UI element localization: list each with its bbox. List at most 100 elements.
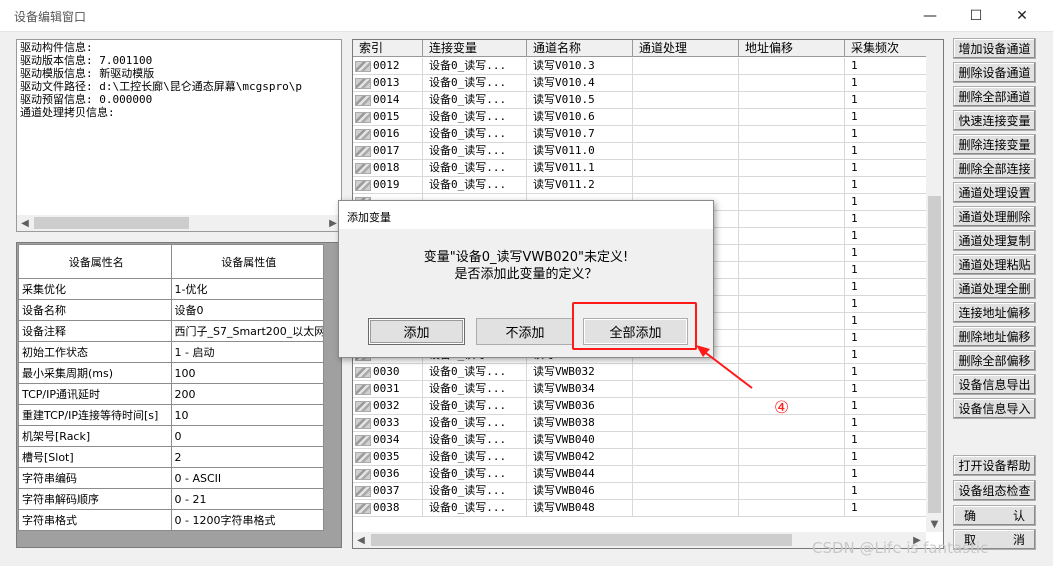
side-button[interactable]: 删除设备通道 [953,62,1036,83]
dialog-title: 添加变量 [347,211,391,224]
maximize-button[interactable]: ☐ [953,0,999,32]
driver-info-panel[interactable]: 驱动构件信息: 驱动版本信息: 7.001100 驱动模版信息: 新驱动模版 驱… [16,39,342,232]
property-row[interactable]: 槽号[Slot] 2 [18,446,324,468]
grid-vertical-thumb[interactable] [928,196,941,513]
grid-cell: 1 [845,211,933,228]
grid-column-header[interactable]: 通道名称 [527,40,633,57]
grid-row[interactable]: 0030 设备0_读写... 读写VWB032 1 [353,364,933,381]
property-row[interactable]: 设备名称 设备0 [18,299,324,321]
grid-row[interactable]: 0031 设备0_读写... 读写VWB034 1 [353,381,933,398]
grid-row[interactable]: 0012 设备0_读写... 读写V010.3 1 [353,58,933,75]
side-button[interactable]: 通道处理复制 [953,230,1036,251]
grid-cell [739,449,845,466]
property-row[interactable]: 字符串解码顺序 0 - 21 [18,488,324,510]
property-value[interactable]: 2 [170,446,324,468]
device-properties-table: 设备属性名 设备属性值 采集优化 1-优化 设备名称 设备0 设备注释 西门子_S7_Sm… [18,244,324,531]
property-row[interactable]: 设备注释 西门子_S7_Smart200_以太网 [18,320,324,342]
side-button[interactable]: 通道处理粘贴 [953,254,1036,275]
side-button[interactable]: 连接地址偏移 [953,302,1036,323]
grid-cell: 0034 [353,432,423,449]
info-scroll-thumb[interactable] [34,217,189,229]
grid-cell [739,245,845,262]
side-button[interactable]: 删除全部偏移 [953,350,1036,371]
side-button[interactable]: 通道处理全删 [953,278,1036,299]
side-button[interactable]: 删除连接变量 [953,134,1036,155]
grid-column-header[interactable]: 采集频次 [845,40,933,57]
grid-row[interactable]: 0037 设备0_读写... 读写VWB046 1 [353,483,933,500]
grid-row[interactable]: 0016 设备0_读写... 读写V010.7 1 [353,126,933,143]
grid-cell: 读写VWB048 [527,500,633,517]
property-value[interactable]: 西门子_S7_Smart200_以太网 [170,320,324,342]
grid-row[interactable]: 0038 设备0_读写... 读写VWB048 1 [353,500,933,517]
property-row[interactable]: 最小采集周期(ms) 100 [18,362,324,384]
grid-row[interactable]: 0013 设备0_读写... 读写V010.4 1 [353,75,933,92]
minimize-button[interactable]: — [907,0,953,32]
grid-cell: 读写VWB044 [527,466,633,483]
grid-column-header[interactable]: 连接变量 [423,40,527,57]
grid-cell [633,432,739,449]
property-value[interactable]: 0 - ASCII [170,467,324,489]
grid-cell: 0031 [353,381,423,398]
add-button[interactable]: 添加 [368,318,465,345]
grid-header: 索引 连接变量 通道名称 通道处理 地址偏移 采集频次 [353,40,933,57]
grid-row[interactable]: 0015 设备0_读写... 读写V010.6 1 [353,109,933,126]
scroll-left-icon[interactable]: ◀ [17,215,33,231]
close-button[interactable]: ✕ [999,0,1045,32]
side-button[interactable]: 快速连接变量 [953,110,1036,131]
side-button[interactable]: 删除全部通道 [953,86,1036,107]
property-value[interactable]: 1 - 启动 [170,341,324,363]
grid-column-header[interactable]: 地址偏移 [739,40,845,57]
property-row[interactable]: 重建TCP/IP连接等待时间[s] 10 [18,404,324,426]
property-row[interactable]: 机架号[Rack] 0 [18,425,324,447]
grid-cell: 0017 [353,143,423,160]
no-add-button[interactable]: 不添加 [476,318,574,345]
property-value[interactable]: 0 - 21 [170,488,324,510]
property-name: 采集优化 [18,278,172,300]
side-button[interactable]: 通道处理删除 [953,206,1036,227]
property-row[interactable]: 采集优化 1-优化 [18,278,324,300]
grid-row[interactable]: 0035 设备0_读写... 读写VWB042 1 [353,449,933,466]
grid-row[interactable]: 0014 设备0_读写... 读写V010.5 1 [353,92,933,109]
grid-scroll-left-icon[interactable]: ◀ [353,532,369,548]
property-row[interactable]: TCP/IP通讯延时 200 [18,383,324,405]
grid-cell: 0012 [353,58,423,75]
property-row[interactable]: 字符串编码 0 - ASCII [18,467,324,489]
property-value[interactable]: 1-优化 [170,278,324,300]
property-value[interactable]: 0 - 1200字符串格式 [170,509,324,531]
grid-row[interactable]: 0019 设备0_读写... 读写V011.2 1 [353,177,933,194]
grid-row[interactable]: 0036 设备0_读写... 读写VWB044 1 [353,466,933,483]
channel-row-icon [355,179,371,191]
open-device-help-button[interactable]: 打开设备帮助 [953,455,1036,476]
side-button[interactable]: 增加设备通道 [953,38,1036,59]
grid-row[interactable]: 0032 设备0_读写... 读写VWB036 1 [353,398,933,415]
grid-cell [739,296,845,313]
grid-row[interactable]: 0034 设备0_读写... 读写VWB040 1 [353,432,933,449]
grid-cell: 0019 [353,177,423,194]
confirm-button[interactable]: 确认 [953,505,1036,526]
device-config-check-button[interactable]: 设备组态检查 [953,480,1036,501]
property-value[interactable]: 设备0 [170,299,324,321]
grid-column-header[interactable]: 通道处理 [633,40,739,57]
grid-cell [633,466,739,483]
info-horizontal-scrollbar[interactable]: ◀ ▶ [17,215,341,231]
scroll-down-icon[interactable]: ▼ [926,516,943,532]
side-button[interactable]: 删除全部连接 [953,158,1036,179]
property-value[interactable]: 200 [170,383,324,405]
side-button[interactable]: 设备信息导出 [953,374,1036,395]
side-button[interactable]: 设备信息导入 [953,398,1036,419]
grid-cell: 0038 [353,500,423,517]
grid-row[interactable]: 0017 设备0_读写... 读写V011.0 1 [353,143,933,160]
property-value[interactable]: 0 [170,425,324,447]
grid-cell: 读写V011.0 [527,143,633,160]
grid-column-header[interactable]: 索引 [353,40,423,57]
property-value[interactable]: 10 [170,404,324,426]
grid-row[interactable]: 0018 设备0_读写... 读写V011.1 1 [353,160,933,177]
grid-cell: 1 [845,194,933,211]
property-value[interactable]: 100 [170,362,324,384]
side-button[interactable]: 通道处理设置 [953,182,1036,203]
grid-row[interactable]: 0033 设备0_读写... 读写VWB038 1 [353,415,933,432]
property-row[interactable]: 初始工作状态 1 - 启动 [18,341,324,363]
side-button[interactable]: 删除地址偏移 [953,326,1036,347]
grid-horizontal-thumb[interactable] [371,534,792,546]
property-row[interactable]: 字符串格式 0 - 1200字符串格式 [18,509,324,531]
